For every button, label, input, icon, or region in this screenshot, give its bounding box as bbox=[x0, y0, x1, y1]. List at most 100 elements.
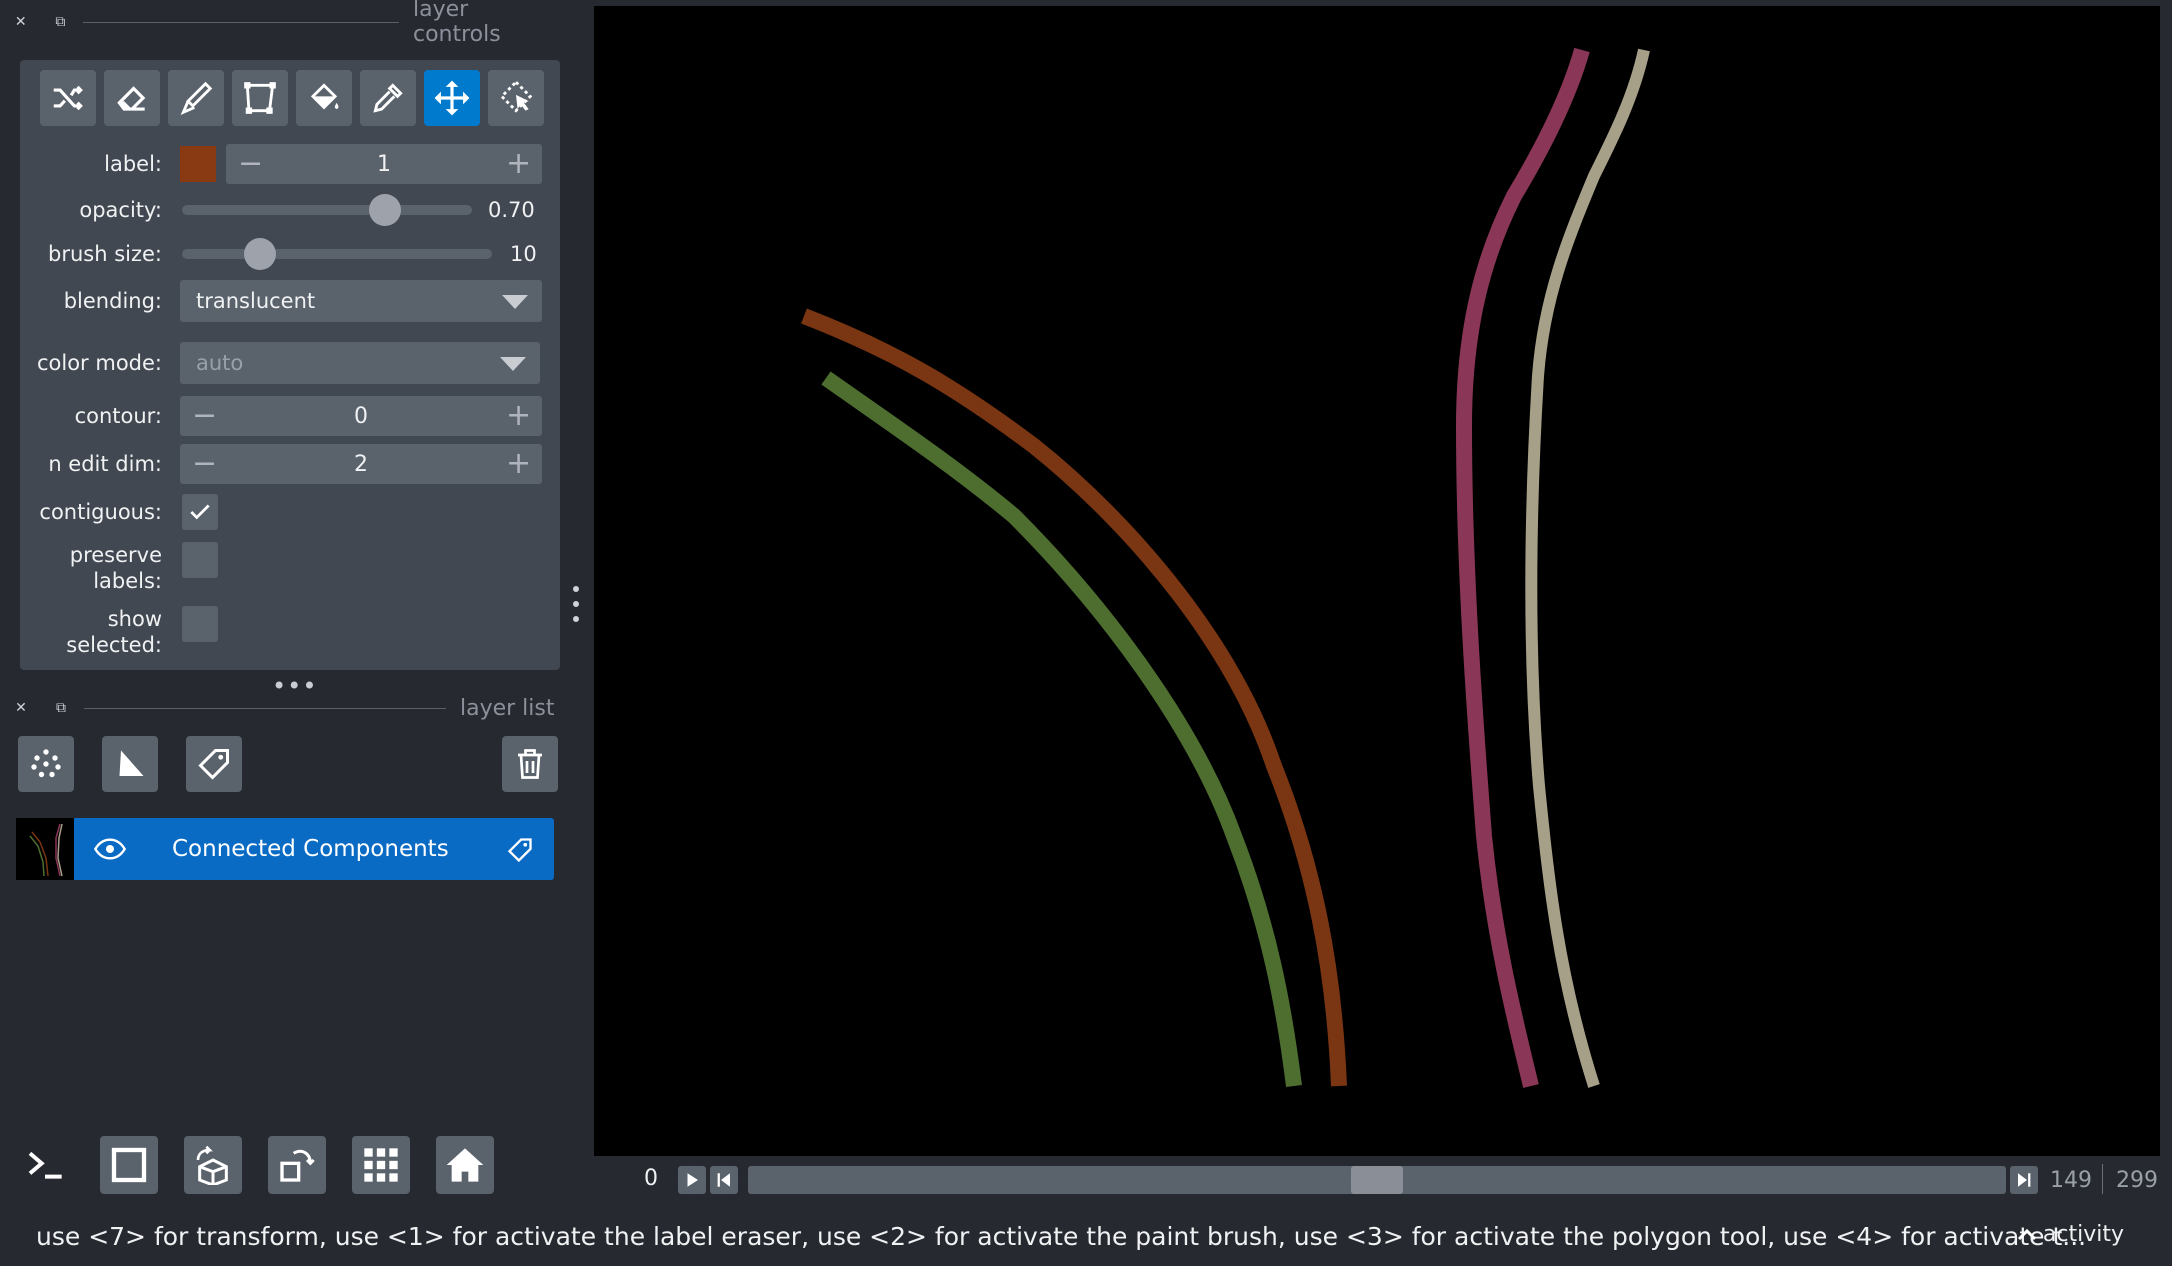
float-dock-icon[interactable]: ⧉ bbox=[50, 697, 72, 719]
pan-zoom-button[interactable] bbox=[424, 70, 480, 126]
eyedropper-icon bbox=[373, 83, 403, 113]
dropdown-arrow-icon bbox=[502, 295, 528, 309]
blending-dropdown[interactable]: translucent bbox=[180, 280, 542, 322]
label-spinbox[interactable]: − 1 + bbox=[226, 144, 542, 184]
polygon-button[interactable] bbox=[232, 70, 288, 126]
shuffle-icon bbox=[53, 85, 83, 111]
delete-layer-button[interactable] bbox=[502, 736, 558, 792]
step-back-button[interactable] bbox=[710, 1166, 738, 1194]
decrement-icon[interactable]: − bbox=[192, 401, 217, 431]
blending-label: blending: bbox=[63, 289, 162, 313]
transform-button[interactable] bbox=[488, 70, 544, 126]
play-button[interactable] bbox=[678, 1166, 706, 1194]
new-labels-layer-button[interactable] bbox=[186, 736, 242, 792]
color-mode-label: color mode: bbox=[36, 351, 162, 375]
contour-spinbox[interactable]: − 0 + bbox=[180, 396, 542, 436]
increment-icon[interactable]: + bbox=[506, 401, 531, 431]
cube-rotate-icon bbox=[196, 1145, 228, 1185]
toggle-ndisplay-button[interactable] bbox=[100, 1136, 158, 1194]
reset-view-button[interactable] bbox=[436, 1136, 494, 1194]
step-forward-button[interactable] bbox=[2010, 1166, 2038, 1194]
preserve-labels-line2: labels: bbox=[93, 569, 162, 593]
opacity-slider-handle[interactable] bbox=[369, 194, 401, 226]
dropdown-arrow-icon bbox=[500, 357, 526, 371]
dock-resize-handle[interactable] bbox=[572, 586, 580, 622]
brush-size-slider-handle[interactable] bbox=[243, 238, 276, 270]
decrement-icon[interactable]: − bbox=[238, 149, 263, 179]
play-icon bbox=[687, 1173, 698, 1187]
eye-icon[interactable] bbox=[94, 836, 126, 862]
console-button[interactable] bbox=[16, 1136, 74, 1194]
skip-back-icon bbox=[717, 1173, 730, 1187]
layer-item-body[interactable]: Connected Components bbox=[74, 818, 554, 880]
paint-brush-button[interactable] bbox=[168, 70, 224, 126]
roll-dims-button[interactable] bbox=[184, 1136, 242, 1194]
increment-icon[interactable]: + bbox=[506, 149, 531, 179]
points-icon bbox=[31, 749, 61, 778]
eraser-button[interactable] bbox=[104, 70, 160, 126]
terminal-icon bbox=[28, 1151, 62, 1179]
color-mode-dropdown[interactable]: auto bbox=[180, 342, 540, 384]
dims-frame-value[interactable]: 149 bbox=[2050, 1168, 2092, 1193]
status-bar-text: use <7> for transform, use <1> for activ… bbox=[36, 1222, 2087, 1251]
dim-axis-index: 0 bbox=[644, 1166, 658, 1191]
shapes-icon bbox=[119, 750, 144, 776]
dims-separator bbox=[2102, 1164, 2103, 1194]
brush-size-value: 10 bbox=[510, 242, 537, 266]
activity-label: activity bbox=[2042, 1222, 2124, 1247]
color-picker-button[interactable] bbox=[360, 70, 416, 126]
grid-view-button[interactable] bbox=[352, 1136, 410, 1194]
increment-icon[interactable]: + bbox=[506, 449, 531, 479]
header-divider bbox=[83, 21, 399, 23]
opacity-slider-track[interactable] bbox=[182, 205, 472, 215]
n-edit-dim-value[interactable]: 2 bbox=[216, 452, 506, 477]
label-segment-brown bbox=[801, 308, 1347, 1087]
preserve-labels-checkbox[interactable] bbox=[182, 542, 218, 578]
decrement-icon[interactable]: − bbox=[192, 449, 217, 479]
shuffle-colors-button[interactable] bbox=[40, 70, 96, 126]
brush-icon bbox=[180, 81, 213, 115]
brush-size-slider-track[interactable] bbox=[182, 249, 492, 259]
layer-thumbnail bbox=[16, 818, 74, 880]
label-value[interactable]: 1 bbox=[262, 152, 506, 177]
show-selected-checkbox[interactable] bbox=[182, 606, 218, 642]
show-selected-line1: show bbox=[107, 607, 162, 631]
contiguous-checkbox[interactable] bbox=[182, 494, 218, 530]
new-points-layer-button[interactable] bbox=[18, 736, 74, 792]
dims-total-value: 299 bbox=[2116, 1168, 2158, 1193]
contour-value[interactable]: 0 bbox=[216, 404, 506, 429]
dims-slider-handle[interactable] bbox=[1351, 1166, 1403, 1194]
tag-icon bbox=[198, 749, 229, 780]
home-icon bbox=[446, 1148, 484, 1182]
viewer-canvas[interactable] bbox=[594, 6, 2160, 1156]
layer-list-item[interactable]: Connected Components bbox=[16, 818, 554, 880]
trash-icon bbox=[518, 749, 542, 779]
show-selected-line2: selected: bbox=[66, 633, 162, 657]
layer-controls-title: layer controls bbox=[412, 0, 501, 47]
n-edit-dim-spinbox[interactable]: − 2 + bbox=[180, 444, 542, 484]
fill-bucket-button[interactable] bbox=[296, 70, 352, 126]
brush-size-label: brush size: bbox=[48, 242, 162, 266]
activity-button[interactable]: activity bbox=[2015, 1222, 2124, 1247]
layer-name[interactable]: Connected Components bbox=[172, 836, 449, 862]
transpose-icon bbox=[280, 1149, 315, 1182]
contiguous-label: contiguous: bbox=[39, 500, 162, 524]
polygon-icon bbox=[244, 82, 276, 114]
grid-icon bbox=[364, 1148, 398, 1182]
transform-select-icon bbox=[499, 80, 533, 113]
skip-forward-icon bbox=[2018, 1173, 2031, 1187]
close-dock-icon[interactable]: ✕ bbox=[10, 11, 32, 33]
blending-value: translucent bbox=[196, 289, 316, 313]
new-shapes-layer-button[interactable] bbox=[102, 736, 158, 792]
label-color-swatch[interactable] bbox=[180, 146, 216, 182]
transpose-dims-button[interactable] bbox=[268, 1136, 326, 1194]
fill-bucket-icon bbox=[310, 83, 339, 110]
checkmark-icon bbox=[190, 504, 210, 520]
contour-label: contour: bbox=[74, 404, 162, 428]
label-segment-tan bbox=[1525, 48, 1650, 1088]
float-dock-icon[interactable]: ⧉ bbox=[50, 11, 72, 33]
move-arrows-icon bbox=[434, 80, 470, 116]
close-dock-icon[interactable]: ✕ bbox=[10, 697, 32, 719]
dims-slider-bar: 0 149 299 bbox=[594, 1160, 2160, 1202]
opacity-label: opacity: bbox=[79, 198, 162, 222]
